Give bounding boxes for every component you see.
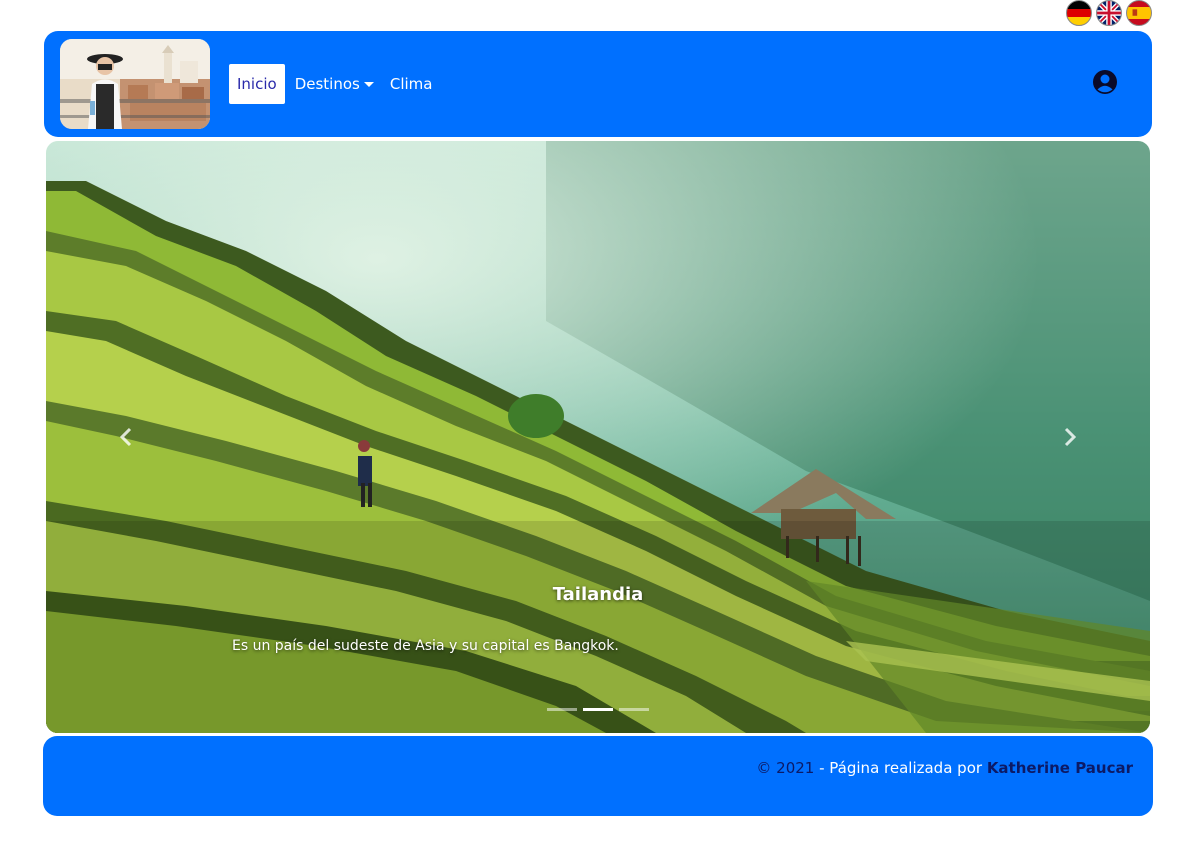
carousel-indicator-2[interactable] <box>583 708 613 711</box>
footer-author-link[interactable]: Katherine Paucar <box>987 759 1133 777</box>
chevron-left-icon <box>119 427 132 447</box>
chevron-right-icon <box>1064 427 1077 447</box>
user-circle-icon[interactable] <box>1092 69 1118 95</box>
image-carousel: Tailandia Es un país del sudeste de Asia… <box>46 141 1150 733</box>
nav-destinos-dropdown[interactable]: Destinos <box>287 65 382 103</box>
nav-clima[interactable]: Clima <box>382 65 441 103</box>
english-flag-icon[interactable] <box>1096 0 1122 26</box>
spanish-flag-icon[interactable] <box>1126 0 1152 26</box>
nav-destinos-label: Destinos <box>294 75 360 93</box>
carousel-caption-title: Tailandia <box>552 584 644 605</box>
carousel-next-button[interactable] <box>1050 417 1090 457</box>
caret-down-icon <box>363 81 374 87</box>
footer-year: © 2021 <box>756 759 815 777</box>
brand-logo-image[interactable] <box>60 39 210 129</box>
german-flag-icon[interactable] <box>1066 0 1092 26</box>
footer: © 2021 - Página realizada por Katherine … <box>43 736 1153 816</box>
main-nav: Inicio Destinos Clima <box>229 64 440 104</box>
carousel-prev-button[interactable] <box>106 417 146 457</box>
footer-credits: © 2021 - Página realizada por Katherine … <box>756 759 1133 777</box>
footer-text: - Página realizada por <box>814 759 987 777</box>
carousel-indicators <box>46 708 1150 711</box>
navbar: Inicio Destinos Clima <box>44 31 1152 137</box>
carousel-indicator-1[interactable] <box>547 708 577 711</box>
language-selector <box>1066 0 1152 26</box>
nav-inicio[interactable]: Inicio <box>229 64 285 104</box>
carousel-caption-text: Es un país del sudeste de Asia y su capi… <box>232 638 619 654</box>
carousel-indicator-3[interactable] <box>619 708 649 711</box>
